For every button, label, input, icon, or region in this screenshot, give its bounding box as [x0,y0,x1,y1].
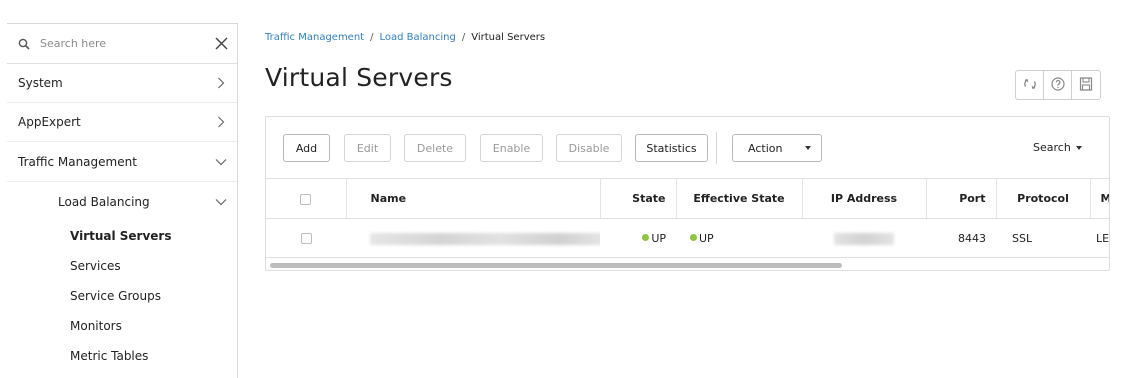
sidebar-item-system[interactable]: System [7,64,237,103]
chevron-right-icon [215,116,227,128]
caret-down-icon [805,146,811,150]
sidebar-item-label: Load Balancing [58,194,150,209]
search-dropdown[interactable]: Search [1033,141,1082,154]
sidebar-item-service-groups[interactable]: Service Groups [7,281,237,311]
column-header-ip-address[interactable]: IP Address [802,178,927,219]
column-header-port[interactable]: Port [926,178,997,219]
column-header-effective-state[interactable]: Effective State [676,178,803,219]
sidebar-item-label: Service Groups [70,289,161,303]
sidebar-item-label: Traffic Management [18,154,137,169]
virtual-servers-table: Name State Effective State IP Address Po… [266,178,1109,258]
disable-button[interactable]: Disable [556,134,622,162]
breadcrumb: Traffic Management / Load Balancing / Virtua… [265,32,545,43]
caret-down-icon [1075,145,1082,150]
sidebar-search [7,24,237,64]
help-button[interactable] [1044,71,1072,99]
table-header-row: Name State Effective State IP Address Po… [266,178,1109,219]
close-icon[interactable] [213,36,229,52]
save-button[interactable] [1072,71,1100,99]
chevron-down-icon [215,196,227,208]
help-icon [1050,76,1066,95]
action-dropdown-label: Action [748,141,783,155]
select-all-cell [266,178,347,219]
redacted-name [370,232,600,245]
port-cell: 8443 [926,218,996,258]
breadcrumb-current: Virtual Servers [471,32,546,43]
sidebar-item-traffic-management[interactable]: Traffic Management [7,142,237,182]
sidebar-item-label: Services [70,259,121,273]
delete-button[interactable]: Delete [404,134,466,162]
effective-state-cell: UP [676,218,802,258]
statistics-button[interactable]: Statistics [635,134,708,162]
chevron-down-icon [215,156,227,168]
row-select-cell [266,218,346,258]
ip-address-cell [802,218,926,258]
toolbar: Add Edit Delete Enable Disable Statistic… [283,132,1093,164]
effective-state-value: UP [699,231,714,245]
column-header-state[interactable]: State [600,178,677,219]
horizontal-scrollbar[interactable] [270,263,842,268]
refresh-icon [1022,76,1038,95]
row-checkbox[interactable] [300,233,312,244]
column-header-protocol[interactable]: Protocol [996,178,1091,219]
save-icon [1078,76,1094,95]
protocol-cell: SSL [996,218,1090,258]
redacted-ip-address [834,232,894,245]
sidebar-search-input[interactable] [40,37,213,50]
status-up-dot [690,233,697,241]
chevron-right-icon [215,77,227,89]
breadcrumb-separator: / [461,32,466,43]
breadcrumb-separator: / [370,32,374,43]
refresh-button[interactable] [1016,71,1044,99]
add-button[interactable]: Add [283,134,330,162]
select-all-checkbox[interactable] [300,193,312,205]
edit-button[interactable]: Edit [344,134,391,162]
sidebar-item-label: System [18,76,63,90]
state-value: UP [651,231,666,245]
status-up-dot [642,233,650,241]
table-row[interactable]: UP UP 8443 SSL LEASTC [266,218,1109,258]
enable-button[interactable]: Enable [480,134,543,162]
name-cell [346,218,600,258]
breadcrumb-link-traffic-management[interactable]: Traffic Management [265,32,364,43]
sidebar-item-services[interactable]: Services [7,251,237,281]
sidebar-item-monitors[interactable]: Monitors [7,311,237,341]
sidebar-item-label: AppExpert [18,115,81,129]
sidebar-item-virtual-servers[interactable]: Virtual Servers [7,221,237,251]
sidebar-item-load-balancing[interactable]: Load Balancing [7,182,237,221]
search-dropdown-label: Search [1033,141,1071,154]
sidebar-item-label: Metric Tables [70,349,149,363]
toolbar-divider [716,132,717,164]
sidebar-item-appexpert[interactable]: AppExpert [7,103,237,142]
sidebar-item-label: Monitors [70,319,122,333]
breadcrumb-link-load-balancing[interactable]: Load Balancing [379,32,455,43]
sidebar-item-metric-tables[interactable]: Metric Tables [7,341,237,371]
state-cell: UP [600,218,676,258]
column-header-name[interactable]: Name [346,178,601,219]
action-dropdown[interactable]: Action [732,134,822,162]
virtual-servers-panel: Add Edit Delete Enable Disable Statistic… [265,116,1110,271]
page-title: Virtual Servers [265,63,453,92]
search-icon [18,36,34,52]
title-tools [1015,70,1101,100]
method-cell: LEASTC [1090,218,1109,258]
sidebar-item-label: Virtual Servers [70,229,172,243]
column-header-method[interactable]: Meth [1090,178,1109,219]
sidebar: System AppExpert Traffic Management Load… [7,23,238,378]
